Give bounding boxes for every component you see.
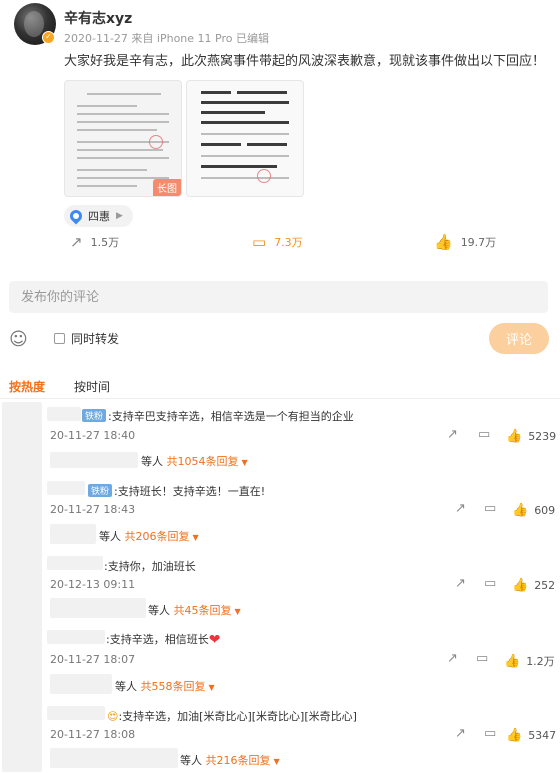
blurred-username: [47, 630, 105, 644]
location-tag[interactable]: 四惠 ▶: [64, 205, 133, 227]
blurred-username: [47, 481, 85, 495]
comment-count: 7.3万: [274, 236, 303, 249]
thumbs-up-icon: 👍: [504, 653, 521, 669]
comment-time: 20-11-27 18:43: [50, 503, 136, 516]
post-image-2[interactable]: [186, 80, 304, 197]
comment-like-button[interactable]: 👍 5347: [506, 728, 556, 743]
caret-down-icon: ▼: [241, 458, 248, 467]
reply-icon[interactable]: ▭: [484, 726, 496, 741]
comment-input[interactable]: [9, 281, 548, 313]
share-icon[interactable]: ↗: [447, 651, 458, 666]
like-button[interactable]: 👍 19.7万: [434, 233, 496, 251]
comment-text: :支持辛选，相信班长❤: [106, 632, 221, 648]
comment-like-button[interactable]: 👍 252: [512, 578, 555, 593]
post-text: 大家好我是辛有志，此次燕窝事件带起的风波深表歉意，现就该事件做出以下回应！: [64, 54, 546, 69]
comment-text: 铁粉:支持班长！支持辛选！一直在!: [88, 483, 265, 499]
blurred-reply-users: [50, 598, 146, 618]
reply-summary[interactable]: 等人 共1054条回复 ▼: [141, 453, 248, 469]
post-author-name[interactable]: 辛有志xyz: [64, 8, 132, 28]
sort-tab-hot[interactable]: 按热度: [9, 378, 45, 395]
comment-icon: ▭: [252, 233, 267, 251]
repost-button[interactable]: ↗ 1.5万: [70, 233, 119, 251]
thumbs-up-icon: 👍: [506, 429, 523, 444]
long-image-badge: 长图: [153, 179, 181, 196]
reply-summary[interactable]: 等人 共206条回复 ▼: [99, 528, 199, 544]
repost-checkbox-label: 同时转发: [71, 332, 120, 346]
blurred-reply-users: [50, 674, 112, 694]
comment-like-button[interactable]: 👍 609: [512, 503, 555, 518]
blurred-reply-users: [50, 524, 96, 544]
comment-time: 20-11-27 18:07: [50, 653, 136, 666]
share-icon[interactable]: ↗: [455, 501, 466, 516]
blurred-username: [47, 556, 103, 570]
comment-like-button[interactable]: 👍 5239: [506, 429, 556, 444]
comment-text: 铁粉:支持辛巴支持辛选，相信辛选是一个有担当的企业: [82, 408, 354, 424]
reply-icon[interactable]: ▭: [484, 576, 496, 591]
post-image-1[interactable]: 长图: [64, 80, 182, 197]
comment-time: 20-11-27 18:08: [50, 728, 136, 741]
blurred-reply-users: [50, 452, 138, 468]
blurred-username: [47, 407, 81, 421]
verified-badge-icon: ✓: [42, 31, 55, 44]
thumbs-up-icon: 👍: [512, 578, 529, 593]
thumbs-up-icon: 👍: [506, 728, 523, 743]
reply-summary[interactable]: 等人 共558条回复 ▼: [115, 678, 215, 694]
heart-icon: ❤: [208, 632, 221, 648]
comment-like-button[interactable]: 👍 1.2万: [504, 653, 555, 669]
caret-down-icon: ▼: [273, 757, 280, 766]
emoji-icon: 😍: [107, 710, 119, 723]
repost-count: 1.5万: [90, 236, 120, 249]
blurred-avatars: [2, 402, 42, 772]
share-icon[interactable]: ↗: [455, 576, 466, 591]
share-icon[interactable]: ↗: [455, 726, 466, 741]
comment-time: 20-11-27 18:40: [50, 429, 136, 442]
reply-summary[interactable]: 等人 共45条回复 ▼: [148, 602, 241, 618]
location-pin-icon: [67, 207, 85, 225]
comment-text: 😍:支持辛选，加油[米奇比心][米奇比心][米奇比心]: [107, 710, 357, 723]
reply-icon[interactable]: ▭: [476, 651, 488, 666]
divider: [0, 398, 560, 399]
comment-button[interactable]: ▭ 7.3万: [252, 233, 303, 251]
chevron-right-icon: ▶: [116, 211, 123, 221]
thumbs-up-icon: 👍: [434, 233, 453, 251]
repost-icon: ↗: [70, 233, 83, 251]
comment-time: 20-12-13 09:11: [50, 578, 136, 591]
comment-text: :支持你，加油班长: [104, 560, 196, 573]
blurred-username: [47, 706, 105, 720]
like-count: 19.7万: [460, 236, 497, 249]
checkbox-icon[interactable]: [54, 333, 65, 344]
emoji-icon[interactable]: ☺: [9, 329, 28, 350]
post-meta: 2020-11-27 来自 iPhone 11 Pro 已编辑: [64, 32, 269, 45]
caret-down-icon: ▼: [192, 533, 199, 542]
repost-checkbox[interactable]: 同时转发: [54, 330, 119, 347]
thumbs-up-icon: 👍: [512, 503, 529, 518]
fan-badge: 铁粉: [82, 409, 107, 422]
submit-comment-button[interactable]: 评论: [489, 323, 549, 354]
caret-down-icon: ▼: [234, 607, 241, 616]
caret-down-icon: ▼: [208, 683, 215, 692]
sort-tab-time[interactable]: 按时间: [74, 378, 110, 395]
blurred-reply-users: [50, 748, 178, 768]
reply-icon[interactable]: ▭: [478, 427, 490, 442]
share-icon[interactable]: ↗: [447, 427, 458, 442]
location-label: 四惠: [88, 210, 110, 223]
fan-badge: 铁粉: [88, 484, 113, 497]
reply-summary[interactable]: 等人 共216条回复 ▼: [180, 752, 280, 768]
reply-icon[interactable]: ▭: [484, 501, 496, 516]
